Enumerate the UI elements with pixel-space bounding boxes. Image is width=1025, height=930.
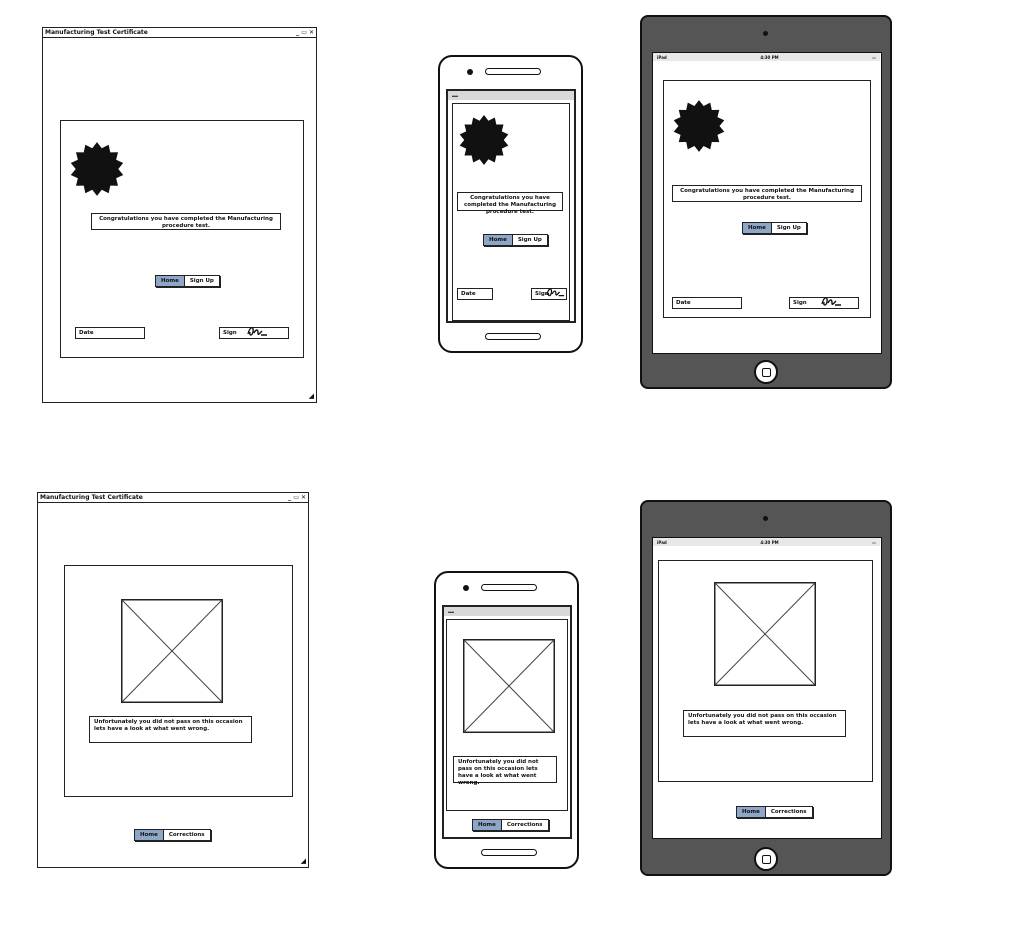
window-controls[interactable]: _ ▭ ✕	[296, 29, 314, 36]
resize-grip-icon[interactable]: ◢	[309, 392, 314, 400]
failure-message: Unfortunately you did not pass on this o…	[453, 756, 557, 786]
phone-home-bar[interactable]	[481, 849, 537, 856]
tablet-status-bar: iPad 4:30 PM ▭	[653, 538, 880, 546]
status-time: 4:30 PM	[760, 539, 779, 545]
corrections-button[interactable]: Corrections	[164, 830, 210, 840]
certificate-panel: Congratulations you have completed the M…	[60, 120, 304, 358]
starburst-shape	[459, 115, 509, 165]
corrections-button[interactable]: Corrections	[502, 820, 548, 830]
front-camera-icon	[467, 69, 473, 75]
tablet-status-bar: iPad 4:30 PM ▭	[653, 53, 880, 61]
signup-button[interactable]: Sign Up	[772, 223, 806, 233]
image-placeholder-icon	[121, 599, 223, 703]
image-placeholder-icon	[463, 639, 555, 733]
result-panel: Unfortunately you did not pass on this o…	[64, 565, 293, 797]
speaker-grille	[481, 584, 537, 591]
congratulations-message: Congratulations you have completed the M…	[91, 213, 281, 230]
battery-icon: ▭	[872, 539, 876, 545]
failure-message: Unfortunately you did not pass on this o…	[89, 716, 252, 743]
speaker-grille	[485, 68, 541, 75]
starburst-shape	[70, 142, 124, 196]
phone-content-panel: Unfortunately you did not pass on this o…	[446, 619, 568, 811]
result-panel: Unfortunately you did not pass on this o…	[658, 560, 873, 782]
starburst-badge-icon	[458, 114, 510, 166]
home-button[interactable]: Home	[743, 223, 772, 233]
sign-label: Sign	[793, 300, 807, 306]
status-carrier: iPad	[657, 54, 667, 60]
failure-message: Unfortunately you did not pass on this o…	[683, 710, 846, 737]
battery-icon: ▭	[872, 54, 876, 60]
window-titlebar: Manufacturing Test Certificate _ ▭ ✕	[38, 493, 308, 503]
phone-status-bar: ▴▴▴	[444, 607, 570, 616]
tablet-home-button[interactable]	[754, 360, 778, 384]
congratulations-message: Congratulations you have completed the M…	[457, 192, 563, 215]
desktop-window-success: Manufacturing Test Certificate _ ▭ ✕ Con…	[42, 27, 317, 403]
tablet-frame-failure: iPad 4:30 PM ▭ Unfortunately you did not…	[640, 500, 892, 876]
status-time: 4:30 PM	[760, 54, 779, 60]
status-carrier: iPad	[657, 539, 667, 545]
phone-home-bar[interactable]	[485, 333, 541, 340]
window-titlebar: Manufacturing Test Certificate _ ▭ ✕	[43, 28, 316, 38]
home-button[interactable]: Home	[135, 830, 164, 840]
desktop-window-failure: Manufacturing Test Certificate _ ▭ ✕ Unf…	[37, 492, 309, 868]
signup-button[interactable]: Sign Up	[513, 235, 547, 245]
image-placeholder-icon	[714, 582, 816, 686]
tablet-frame-success: iPad 4:30 PM ▭ Congratulations you have …	[640, 15, 892, 389]
tablet-camera-icon	[763, 516, 768, 521]
window-title: Manufacturing Test Certificate	[40, 494, 143, 501]
home-button[interactable]: Home	[737, 807, 766, 817]
tablet-content-panel: Congratulations you have completed the M…	[663, 80, 871, 318]
resize-grip-icon[interactable]: ◢	[301, 857, 306, 865]
nav-segmented-control: Home Corrections	[472, 819, 549, 831]
home-button[interactable]: Home	[473, 820, 502, 830]
status-signal-icon: ▴▴▴	[452, 93, 459, 98]
nav-segmented-control: Home Sign Up	[742, 222, 807, 234]
phone-content-panel: Congratulations you have completed the M…	[452, 103, 570, 321]
window-title: Manufacturing Test Certificate	[45, 29, 148, 36]
phone-frame-success: ▴▴▴ Congratulations you have completed t…	[438, 55, 583, 353]
front-camera-icon	[463, 585, 469, 591]
starburst-shape	[673, 100, 725, 152]
sign-label: Sign	[223, 330, 237, 336]
phone-screen-success: ▴▴▴ Congratulations you have completed t…	[446, 89, 576, 323]
signature-scribble-icon	[820, 294, 842, 308]
home-button[interactable]: Home	[156, 276, 185, 286]
phone-screen-failure: ▴▴▴ Unfortunately you did not pass on th…	[442, 605, 572, 839]
corrections-button[interactable]: Corrections	[766, 807, 812, 817]
window-controls[interactable]: _ ▭ ✕	[288, 494, 306, 501]
phone-status-bar: ▴▴▴	[448, 91, 574, 100]
starburst-badge-icon	[69, 141, 125, 197]
nav-segmented-control: Home Sign Up	[483, 234, 548, 246]
signature-scribble-icon	[545, 285, 565, 299]
signup-button[interactable]: Sign Up	[185, 276, 219, 286]
congratulations-message: Congratulations you have completed the M…	[672, 185, 862, 202]
home-button[interactable]: Home	[484, 235, 513, 245]
home-square-icon	[762, 855, 771, 864]
date-field[interactable]: Date	[75, 327, 145, 339]
tablet-home-button[interactable]	[754, 847, 778, 871]
home-square-icon	[762, 368, 771, 377]
tablet-screen-failure: iPad 4:30 PM ▭ Unfortunately you did not…	[652, 537, 882, 839]
signature-scribble-icon	[246, 324, 268, 338]
starburst-badge-icon	[672, 99, 726, 153]
status-signal-icon: ▴▴▴	[448, 609, 455, 614]
nav-segmented-control: Home Corrections	[134, 829, 211, 841]
nav-segmented-control: Home Sign Up	[155, 275, 220, 287]
phone-frame-failure: ▴▴▴ Unfortunately you did not pass on th…	[434, 571, 579, 869]
nav-segmented-control: Home Corrections	[736, 806, 813, 818]
date-field[interactable]: Date	[672, 297, 742, 309]
tablet-camera-icon	[763, 31, 768, 36]
tablet-screen-success: iPad 4:30 PM ▭ Congratulations you have …	[652, 52, 882, 354]
date-field[interactable]: Date	[457, 288, 493, 300]
